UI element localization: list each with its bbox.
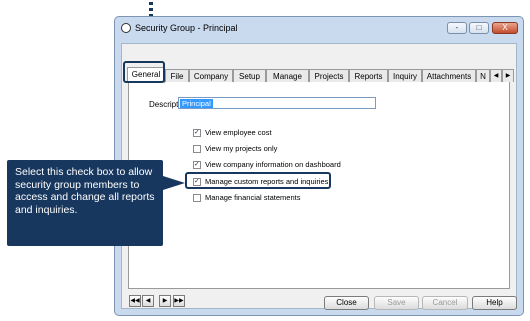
tab-attachments[interactable]: Attachments (422, 69, 476, 82)
close-button[interactable]: Close (324, 296, 369, 310)
minimize-button[interactable]: - (447, 22, 467, 34)
option-view-my-projects-only[interactable]: View my projects only (193, 144, 277, 155)
tab-manage[interactable]: Manage (266, 69, 309, 82)
option-label: Manage financial statements (205, 193, 301, 203)
tab-more[interactable]: N (476, 69, 490, 82)
option-view-company-information[interactable]: View company information on dashboard (193, 160, 341, 171)
callout-pointer (163, 176, 185, 190)
last-record-button[interactable]: ▶▶ (173, 295, 185, 307)
description-value: Principal (180, 99, 213, 108)
option-view-employee-cost[interactable]: View employee cost (193, 128, 272, 139)
tab-reports[interactable]: Reports (349, 69, 388, 82)
title-bar: Security Group - Principal - □ X (115, 17, 523, 41)
window-title: Security Group - Principal (135, 23, 238, 33)
tab-projects[interactable]: Projects (309, 69, 349, 82)
checkbox[interactable] (193, 193, 201, 202)
close-window-button[interactable]: X (492, 22, 518, 34)
help-button[interactable]: Help (472, 296, 517, 310)
maximize-button[interactable]: □ (469, 22, 489, 34)
app-icon (121, 23, 131, 33)
checkbox[interactable] (193, 128, 201, 137)
option-manage-financial-statements[interactable]: Manage financial statements (193, 193, 300, 204)
previous-record-button[interactable]: ◀ (142, 295, 154, 307)
tab-scroll-right-button[interactable]: ▶ (502, 69, 514, 82)
save-button[interactable]: Save (374, 296, 419, 310)
security-group-window: Security Group - Principal - □ X General… (114, 16, 524, 316)
option-label: View my projects only (205, 144, 278, 154)
tab-scroll-left-button[interactable]: ◀ (490, 69, 502, 82)
option-label: View employee cost (205, 128, 272, 138)
checkbox[interactable] (193, 144, 201, 153)
tab-setup[interactable]: Setup (233, 69, 266, 82)
cancel-button[interactable]: Cancel (422, 296, 468, 310)
checkbox-highlight (185, 172, 331, 189)
tab-company[interactable]: Company (189, 69, 233, 82)
next-record-button[interactable]: ▶ (159, 295, 171, 307)
checkbox[interactable] (193, 160, 201, 169)
option-label: View company information on dashboard (205, 160, 341, 170)
general-tab-highlight (123, 61, 165, 83)
tab-inquiry[interactable]: Inquiry (388, 69, 422, 82)
description-input[interactable]: Principal (178, 97, 376, 109)
first-record-button[interactable]: ◀◀ (129, 295, 141, 307)
tab-file[interactable]: File (165, 69, 189, 82)
callout-box: Select this check box to allow security … (7, 160, 163, 246)
